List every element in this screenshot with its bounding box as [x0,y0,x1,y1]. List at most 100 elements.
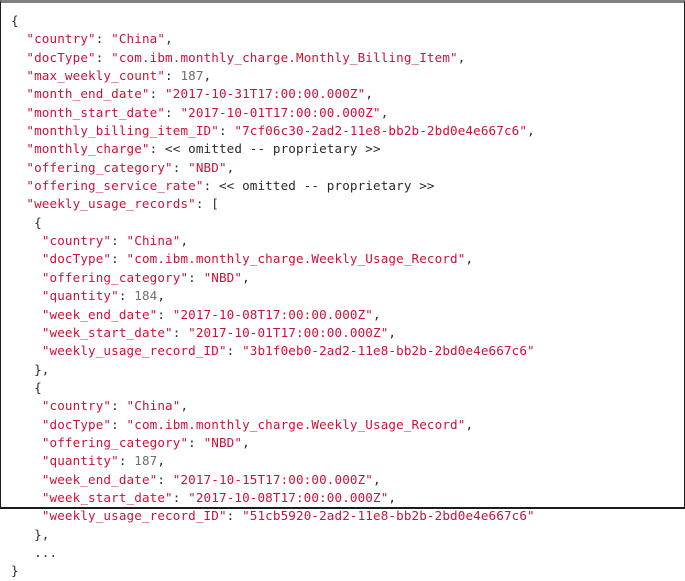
json-punctuation: : [111,251,127,267]
json-key: "week_end_date" [41,306,158,322]
code-line: "country": "China", [1,397,684,415]
code-line: "monthly_billing_item_ID": "7cf06c30-2ad… [1,122,684,140]
json-key: "monthly_billing_item_ID" [26,123,219,139]
json-key: "country" [41,398,112,414]
json-key: "max_weekly_count" [26,68,166,84]
ellipsis: ... [34,544,58,560]
code-line: "offering_category": "NBD", [1,269,684,287]
json-punctuation: : [218,123,235,139]
code-line: "month_end_date": "2017-10-31T17:00:00.0… [1,85,684,103]
json-punctuation: , [465,416,474,432]
json-punctuation: : [149,86,166,102]
code-line: "quantity": 184, [1,287,684,305]
code-line: "max_weekly_count": 187, [1,67,684,85]
json-punctuation: : [226,343,243,359]
code-line: "week_end_date": "2017-10-15T17:00:00.00… [1,471,684,489]
json-punctuation: : [111,233,127,249]
json-punctuation: , [465,251,474,267]
omitted-marker: << omitted -- proprietary >> [165,141,381,157]
json-key: "country" [26,31,96,47]
json-string: "com.ibm.monthly_charge.Weekly_Usage_Rec… [126,251,466,267]
code-line: } [1,562,684,580]
json-punctuation: : [172,324,189,340]
code-line: "month_start_date": "2017-10-01T17:00:00… [1,104,684,122]
json-punctuation: : [172,159,189,175]
json-code-listing: { "country": "China", "docType": "com.ib… [1,12,684,581]
code-line: "docType": "com.ibm.monthly_charge.Month… [1,49,684,67]
json-punctuation: : [188,434,204,450]
json-punctuation: { [34,379,42,395]
json-punctuation: , [365,86,374,102]
json-string: "2017-10-08T17:00:00.000Z" [172,306,374,322]
code-line: ... [1,544,684,562]
json-punctuation: , [157,453,166,469]
json-code-block: { "country": "China", "docType": "com.ib… [0,0,685,578]
json-punctuation: }, [34,526,50,542]
json-string: "NBD" [203,269,243,285]
json-key: "monthly_charge" [26,141,150,157]
json-string: "2017-10-01T17:00:00.000Z" [188,324,389,340]
json-punctuation: : [188,269,204,285]
json-punctuation: , [157,288,166,304]
json-string: "com.ibm.monthly_charge.Weekly_Usage_Rec… [126,416,466,432]
json-punctuation: : [226,508,243,524]
json-key: "month_start_date" [26,104,166,120]
json-string: "2017-10-15T17:00:00.000Z" [172,471,374,487]
json-punctuation: { [34,214,42,230]
json-key: "week_start_date" [41,324,173,340]
code-line: "docType": "com.ibm.monthly_charge.Weekl… [1,250,684,268]
json-string: "NBD" [203,434,243,450]
json-key: "weekly_usage_record_ID" [41,508,227,524]
code-line: "offering_category": "NBD", [1,434,684,452]
json-key: "weekly_usage_records" [26,196,196,212]
json-punctuation: , [226,159,235,175]
json-key: "month_end_date" [26,86,150,102]
json-key: "country" [41,233,112,249]
code-line: { [1,379,684,397]
json-punctuation: : [118,288,135,304]
code-line: { [1,214,684,232]
json-string: "2017-10-08T17:00:00.000Z" [188,489,389,505]
json-number: 187 [180,68,204,84]
code-line: "country": "China", [1,30,684,48]
json-string: "3b1f0eb0-2ad2-11e8-bb2b-2bd0e4e667c6" [242,343,535,359]
json-punctuation: : [165,68,181,84]
json-string: "NBD" [188,159,227,175]
json-punctuation: : [111,398,127,414]
code-line: "offering_service_rate": << omitted -- p… [1,177,684,195]
json-punctuation: : [157,306,173,322]
json-string: "China" [126,233,181,249]
code-line: "country": "China", [1,232,684,250]
json-string: "51cb5920-2ad2-11e8-bb2b-2bd0e4e667c6" [242,508,535,524]
json-punctuation: , [242,434,250,450]
code-line: }, [1,361,684,379]
json-punctuation: : [111,416,127,432]
code-line: "monthly_charge": << omitted -- propriet… [1,140,684,158]
json-key: "quantity" [41,288,119,304]
code-line: "quantity": 187, [1,452,684,470]
json-punctuation: , [373,471,381,487]
json-key: "week_start_date" [41,489,173,505]
json-punctuation: : [203,178,219,194]
json-key: "offering_category" [41,434,189,450]
